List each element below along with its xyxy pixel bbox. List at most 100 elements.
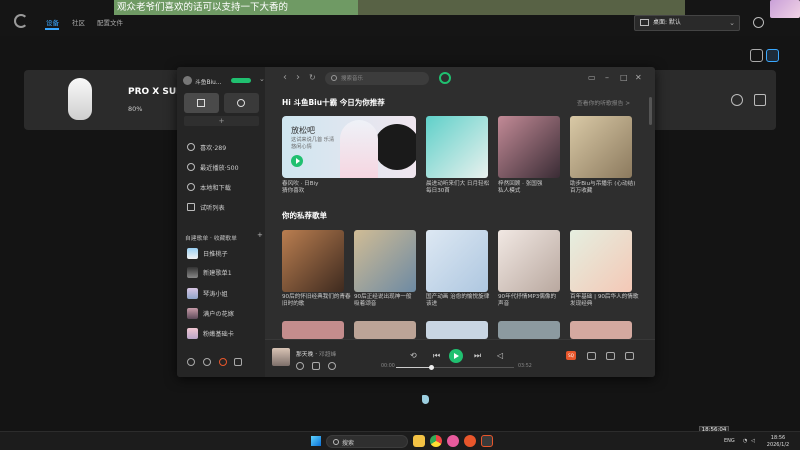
music-app-icon[interactable] [464, 435, 476, 447]
lyrics-icon[interactable] [606, 352, 615, 360]
home-button[interactable] [184, 93, 219, 113]
daily-30-card[interactable] [426, 116, 488, 178]
notification-icon[interactable] [753, 17, 764, 28]
next-icon[interactable]: ⏭ [474, 351, 481, 361]
stream-banner: 观众老爷们喜欢的话可以支持一下大香的 [114, 0, 358, 15]
play-button[interactable] [449, 349, 463, 363]
add-circle-icon[interactable] [203, 358, 211, 366]
card-title: 90后正经说出现神一般 吸着颂音 [354, 294, 412, 308]
playlist-header[interactable]: 自建歌单 · 收藏歌单 [185, 233, 237, 242]
brightness-icon[interactable] [731, 94, 743, 106]
device-settings-icon[interactable] [754, 94, 766, 106]
private-fm-card[interactable] [498, 116, 560, 178]
volume-icon[interactable]: ◁ [751, 438, 755, 444]
comment-icon[interactable] [312, 362, 320, 370]
current-time: 00:00 [381, 364, 395, 369]
add-playlist-icon[interactable]: + [257, 231, 263, 239]
scrollbar[interactable] [649, 97, 652, 125]
playlist-item[interactable]: 琴涛小姐 [187, 288, 228, 299]
sidebar-item-local[interactable]: 本地和下载 [187, 183, 231, 192]
loop-icon[interactable]: ⟲ [410, 351, 417, 360]
game-icon[interactable] [234, 358, 242, 366]
sound-quality-badge[interactable]: SQ [566, 351, 576, 360]
playlist-card[interactable] [498, 230, 560, 292]
playlist-card[interactable] [570, 230, 632, 292]
windows-start-icon[interactable] [311, 436, 321, 446]
like-icon[interactable] [296, 362, 304, 370]
effect-icon[interactable] [587, 352, 596, 360]
playlist-card[interactable] [426, 321, 488, 339]
refresh-icon[interactable]: ↻ [309, 73, 316, 82]
daily-feature-card[interactable]: 放松吧 这试来说几首 乐清悠闲心情 [282, 116, 416, 178]
tab-community[interactable]: 社区 [72, 17, 85, 27]
network-icon[interactable]: ◔ [743, 438, 747, 444]
list-view-icon[interactable] [766, 49, 779, 62]
grid-view-icon[interactable] [750, 49, 763, 62]
add-button[interactable]: + [184, 116, 259, 126]
playlist-item[interactable]: 新建歌单1 [187, 267, 232, 278]
now-playing-cover[interactable] [272, 348, 290, 366]
tab-devices[interactable]: 设备 [46, 17, 59, 27]
playlist-card[interactable] [498, 321, 560, 339]
minimize-icon[interactable]: – [605, 73, 609, 82]
battery-level: 80% [128, 105, 143, 113]
taskbar-search[interactable]: 搜索 [326, 435, 408, 448]
playlist-cover [187, 248, 198, 259]
taskbar-clock[interactable]: 18:56 2026/1/2 [763, 435, 793, 448]
playlist-card[interactable] [570, 321, 632, 339]
stream-banner-bg [358, 0, 685, 15]
search-input[interactable]: 搜索音乐 [325, 72, 429, 85]
file-explorer-icon[interactable] [413, 435, 425, 447]
playlist-card[interactable] [282, 321, 344, 339]
streamer-avatar [770, 0, 800, 18]
listening-report-link[interactable]: 查看你的听歌报告 > [577, 98, 630, 107]
discover-button[interactable] [224, 93, 259, 113]
playlist-item[interactable]: 满户の花嫁 [187, 308, 234, 319]
playlist-cover [187, 267, 198, 278]
playlist-item[interactable]: 粉嫩基础卡 [187, 328, 234, 339]
playlist-queue-icon[interactable] [625, 352, 634, 360]
desktop-icon [640, 19, 649, 26]
maximize-icon[interactable]: □ [620, 73, 628, 82]
back-arrow-icon[interactable]: ‹ [283, 72, 287, 83]
music-recognize-icon[interactable] [439, 72, 451, 84]
close-icon[interactable]: ✕ [635, 73, 642, 82]
sidebar-item-liked[interactable]: 喜欢·289 [187, 143, 226, 152]
progress-fill [396, 367, 432, 369]
forward-arrow-icon[interactable]: › [296, 72, 300, 83]
sidebar-item-recent[interactable]: 最近播放·500 [187, 163, 239, 172]
app-icon[interactable] [447, 435, 459, 447]
tab-profiles[interactable]: 配置文件 [97, 17, 123, 27]
playlist-card[interactable] [426, 230, 488, 292]
card-title: 90后的怀旧经典我们的青春 旧时的歌 [282, 294, 351, 308]
more-icon[interactable] [328, 362, 336, 370]
playlist-item[interactable]: 日推桃子 [187, 248, 228, 259]
sidebar-item-trial[interactable]: 试听列表 [187, 203, 225, 212]
play-icon[interactable] [291, 155, 303, 167]
playlist-card[interactable] [282, 230, 344, 292]
progress-bar[interactable] [396, 365, 514, 371]
playlist-card[interactable] [354, 321, 416, 339]
message-icon[interactable] [219, 358, 227, 366]
download-icon [187, 183, 195, 191]
settings-icon[interactable] [187, 358, 195, 366]
ghub-app-icon[interactable] [481, 435, 493, 447]
card-title: 90年代抒情MP3偶像的 声音 [498, 294, 557, 308]
mini-mode-icon[interactable]: ▭ [588, 73, 596, 82]
total-time: 03:52 [518, 364, 532, 369]
playlist-card[interactable] [354, 230, 416, 292]
ghub-topbar: 设备 社区 配置文件 观众老爷们喜欢的话可以支持一下大香的 桌面: 默认 ⌄ [0, 0, 800, 36]
volume-icon[interactable]: ◁ [497, 351, 503, 360]
progress-handle[interactable] [428, 365, 434, 371]
music-sidebar: 斗鱼Biu... ⌄ + 喜欢·289 最近播放·500 本地和下载 试听列表 … [177, 67, 265, 377]
windows-taskbar: 搜索 ENG ◔ ◁ 18:56 2026/1/2 [0, 431, 800, 450]
card-title: 百年基础 | 90后华人的情歌 发现经典 [570, 294, 639, 308]
favorites-card[interactable] [570, 116, 632, 178]
profile-select[interactable]: 桌面: 默认 ⌄ [634, 15, 740, 31]
chrome-icon[interactable] [430, 435, 442, 447]
now-playing-info: 那天晚 · 邓超峰 [296, 352, 337, 358]
language-indicator[interactable]: ENG [724, 438, 735, 444]
previous-icon[interactable]: ⏮ [433, 351, 440, 361]
search-placeholder: 搜索音乐 [341, 76, 364, 82]
card-title: 梓然回顾 · 张国强 私人模式 [498, 181, 543, 195]
